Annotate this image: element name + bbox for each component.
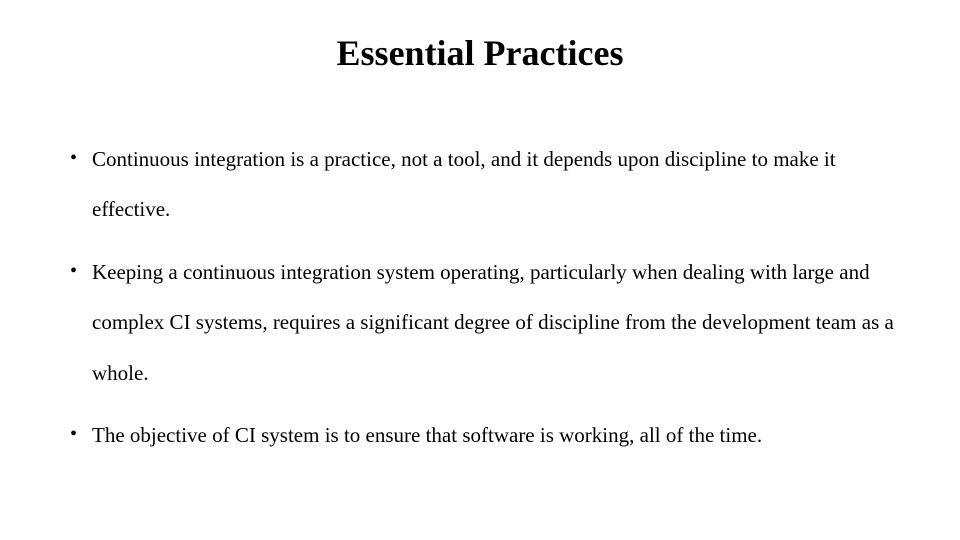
bullet-list: Continuous integration is a practice, no… (60, 134, 900, 460)
list-item: The objective of CI system is to ensure … (64, 410, 900, 460)
list-item: Continuous integration is a practice, no… (64, 134, 900, 235)
slide: Essential Practices Continuous integrati… (0, 0, 960, 540)
slide-title: Essential Practices (60, 32, 900, 74)
list-item: Keeping a continuous integration system … (64, 247, 900, 398)
